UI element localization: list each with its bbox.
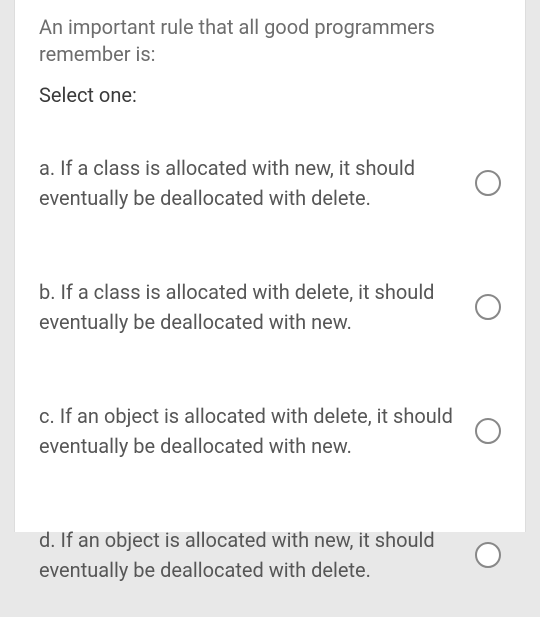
radio-button[interactable] bbox=[475, 542, 501, 568]
option-label: c. If an object is allocated with delete… bbox=[39, 401, 459, 461]
option-row[interactable]: d. If an object is allocated with new, i… bbox=[39, 493, 501, 617]
option-label: d. If an object is allocated with new, i… bbox=[39, 525, 459, 585]
option-label: a. If a class is allocated with new, it … bbox=[39, 153, 459, 213]
question-card: An important rule that all good programm… bbox=[14, 0, 526, 532]
options-list: a. If a class is allocated with new, it … bbox=[39, 121, 501, 617]
option-row[interactable]: c. If an object is allocated with delete… bbox=[39, 369, 501, 493]
option-row[interactable]: b. If a class is allocated with delete, … bbox=[39, 245, 501, 369]
option-row[interactable]: a. If a class is allocated with new, it … bbox=[39, 121, 501, 245]
select-one-instruction: Select one: bbox=[39, 82, 501, 109]
question-text: An important rule that all good programm… bbox=[39, 14, 501, 68]
radio-button[interactable] bbox=[475, 170, 501, 196]
radio-button[interactable] bbox=[475, 294, 501, 320]
option-label: b. If a class is allocated with delete, … bbox=[39, 277, 459, 337]
radio-button[interactable] bbox=[475, 418, 501, 444]
